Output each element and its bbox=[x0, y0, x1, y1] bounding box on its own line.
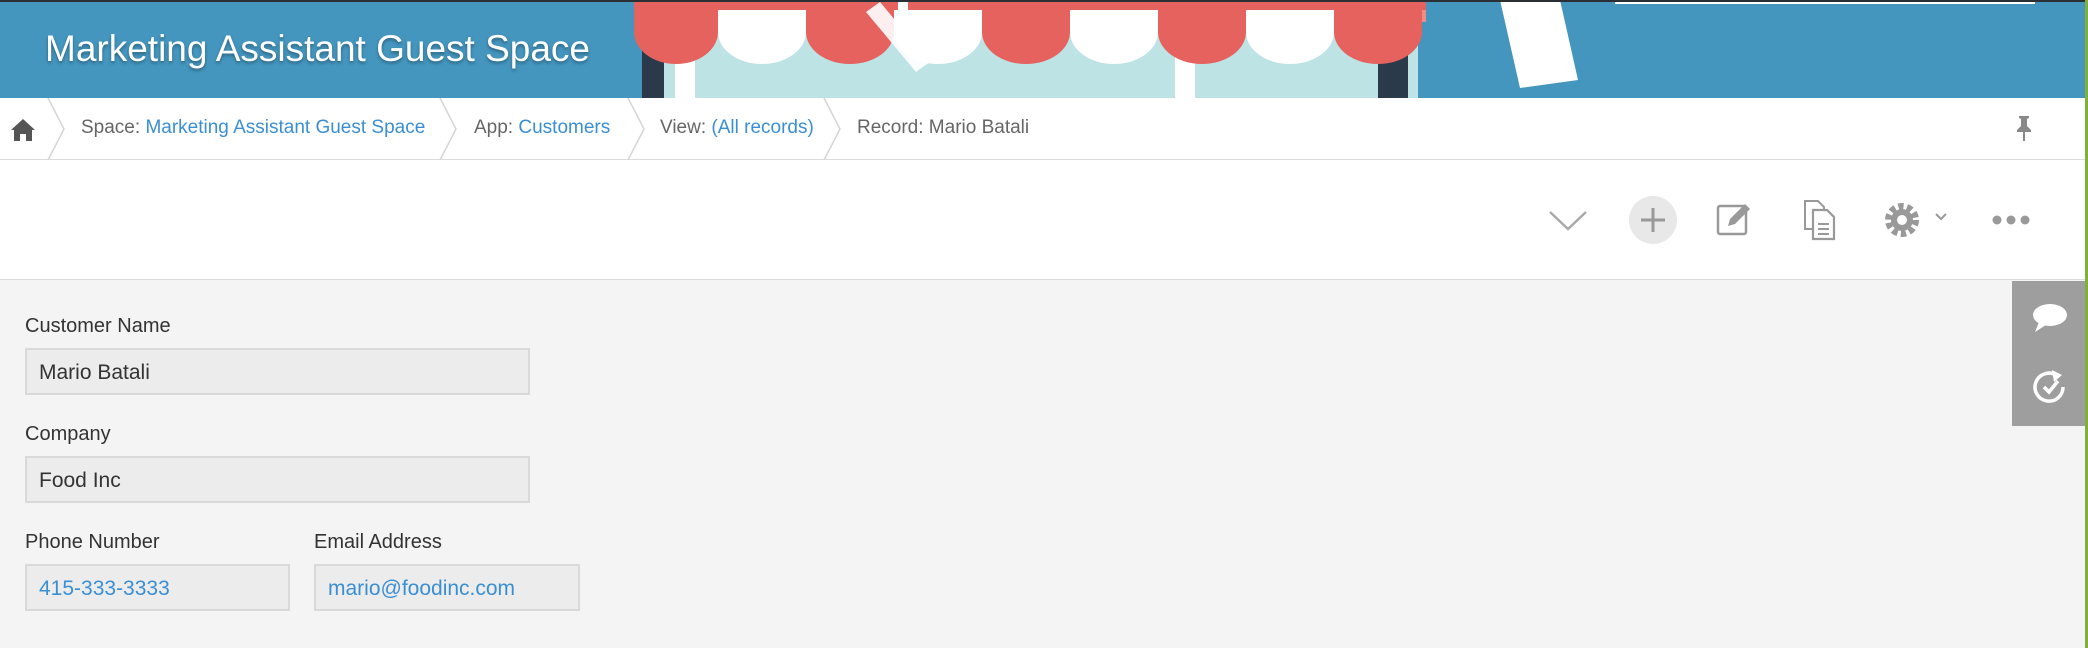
phone-number-label: Phone Number bbox=[25, 531, 160, 553]
breadcrumb-space: Space: Marketing Assistant Guest Space bbox=[81, 117, 425, 139]
hanging-sign-illustration bbox=[1500, 2, 1578, 88]
comment-icon[interactable] bbox=[2030, 297, 2070, 337]
breadcrumb-app-prefix: App: bbox=[474, 117, 519, 138]
side-panel bbox=[2012, 281, 2085, 426]
add-record-button[interactable] bbox=[1628, 195, 1678, 245]
breadcrumb-space-prefix: Space: bbox=[81, 117, 146, 138]
home-icon[interactable] bbox=[8, 114, 38, 144]
breadcrumb-view-link[interactable]: (All records) bbox=[711, 117, 813, 138]
more-icon[interactable] bbox=[1990, 195, 2032, 245]
pin-icon[interactable] bbox=[2012, 114, 2036, 142]
breadcrumb-separator bbox=[47, 98, 65, 160]
company-field: Food Inc bbox=[25, 456, 530, 503]
breadcrumb: Space: Marketing Assistant Guest Space A… bbox=[0, 98, 2088, 160]
awning-illustration bbox=[634, 2, 1426, 98]
record-toolbar bbox=[0, 160, 2088, 280]
phone-number-link[interactable]: 415-333-3333 bbox=[25, 564, 290, 611]
edit-icon[interactable] bbox=[1712, 195, 1756, 245]
breadcrumb-separator bbox=[439, 98, 457, 160]
email-address-link[interactable]: mario@foodinc.com bbox=[314, 564, 580, 611]
breadcrumb-view: View: (All records) bbox=[660, 117, 814, 139]
history-icon[interactable] bbox=[2030, 367, 2070, 407]
space-title: Marketing Assistant Guest Space bbox=[45, 28, 590, 69]
banner-top-strip bbox=[1615, 2, 2035, 4]
breadcrumb-app-link[interactable]: Customers bbox=[518, 117, 610, 138]
customer-name-label: Customer Name bbox=[25, 315, 171, 337]
email-address-label: Email Address bbox=[314, 531, 442, 553]
duplicate-icon[interactable] bbox=[1800, 195, 1840, 245]
company-label: Company bbox=[25, 423, 111, 445]
breadcrumb-space-link[interactable]: Marketing Assistant Guest Space bbox=[145, 117, 425, 138]
breadcrumb-record: Record: Mario Batali bbox=[857, 117, 1030, 138]
breadcrumb-view-prefix: View: bbox=[660, 117, 712, 138]
customer-name-field: Mario Batali bbox=[25, 348, 530, 395]
gear-icon[interactable] bbox=[1880, 195, 1952, 245]
breadcrumb-separator bbox=[627, 98, 645, 160]
breadcrumb-app: App: Customers bbox=[474, 117, 610, 139]
header-banner: Marketing Assistant Guest Space bbox=[0, 0, 2088, 98]
record-form: Customer Name Mario Batali Company Food … bbox=[0, 281, 2085, 648]
breadcrumb-separator bbox=[823, 98, 841, 160]
chevron-down-icon[interactable] bbox=[1546, 195, 1590, 245]
